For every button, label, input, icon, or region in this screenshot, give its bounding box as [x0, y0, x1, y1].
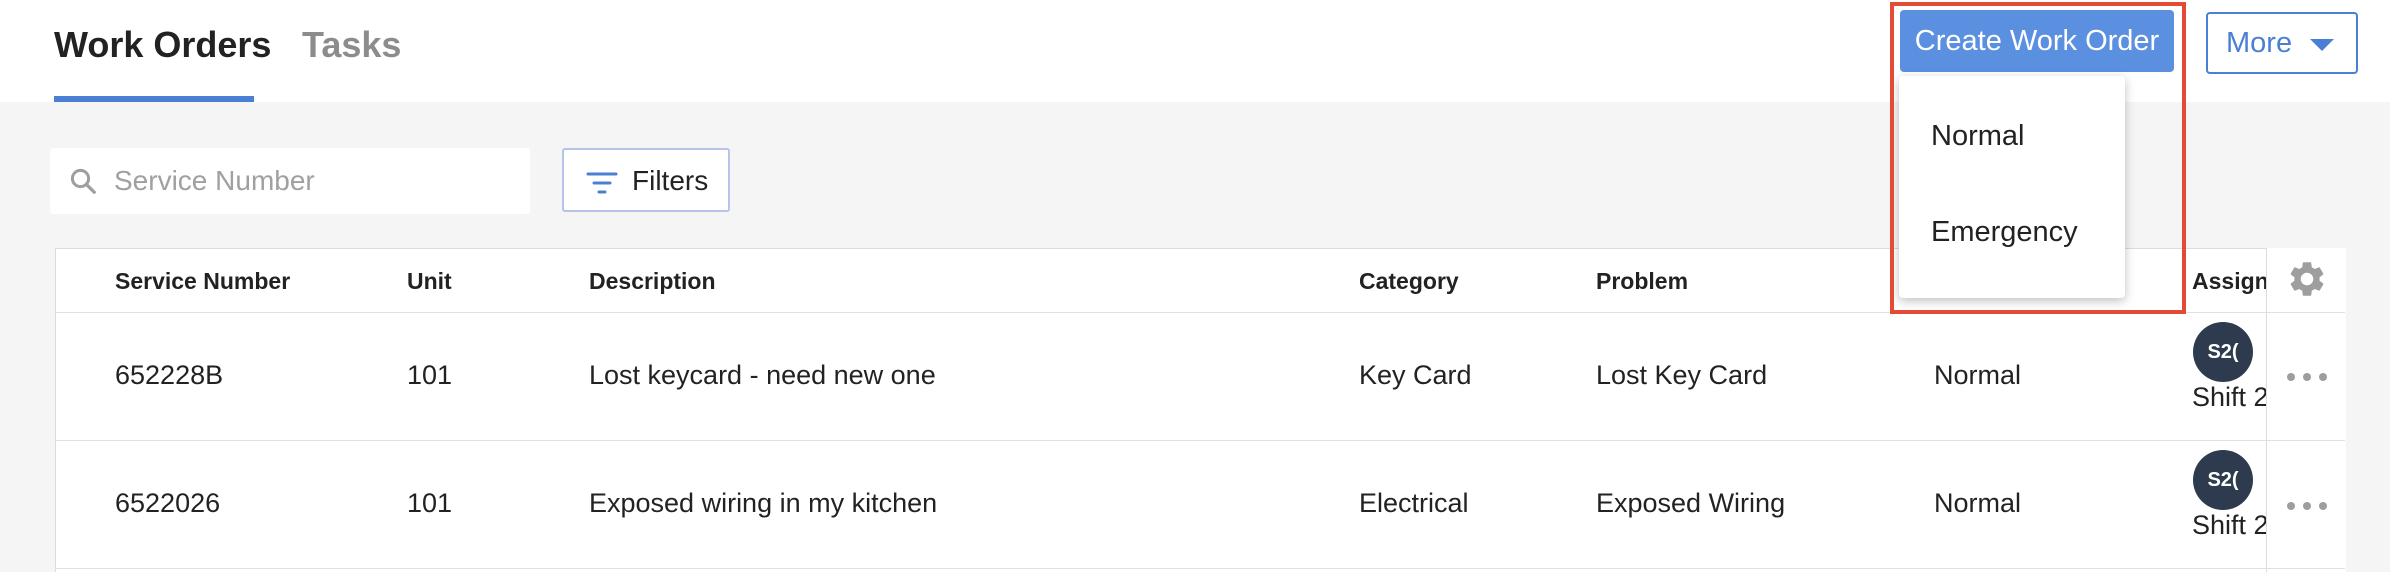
cell-description: Lost keycard - need new one: [589, 360, 936, 390]
search-input[interactable]: [114, 148, 514, 214]
cell-service-number: 6522026: [115, 488, 221, 518]
more-button[interactable]: More: [2206, 12, 2358, 74]
cell-unit: 101: [407, 360, 453, 390]
column-header-description[interactable]: Description: [589, 268, 716, 295]
search-icon: [70, 168, 96, 194]
cell-service-number: 652228B: [115, 360, 224, 390]
row-divider: [55, 440, 2345, 441]
cell-assignee: Shift 2: [2192, 382, 2266, 412]
avatar: S2(: [2193, 322, 2253, 382]
cell-priority: Normal: [1934, 360, 2022, 390]
filter-icon: [586, 172, 618, 194]
row-actions-icon[interactable]: [2287, 496, 2327, 516]
gear-icon[interactable]: [2286, 258, 2328, 300]
cell-problem: Exposed Wiring: [1596, 488, 1786, 518]
caret-down-icon: [2310, 39, 2334, 51]
tab-work-orders[interactable]: Work Orders: [54, 24, 271, 66]
row-divider: [55, 312, 2345, 313]
avatar: S2(: [2193, 450, 2253, 510]
tab-tasks[interactable]: Tasks: [302, 24, 401, 66]
cell-problem: Lost Key Card: [1596, 360, 1768, 390]
cell-category: Key Card: [1359, 360, 1472, 390]
row-actions-icon[interactable]: [2287, 367, 2327, 387]
cell-priority: Normal: [1934, 488, 2022, 518]
search-field[interactable]: [50, 148, 530, 214]
cell-category: Electrical: [1359, 488, 1469, 518]
more-button-label: More: [2226, 26, 2293, 59]
column-header-unit[interactable]: Unit: [407, 268, 452, 295]
filters-button[interactable]: Filters: [562, 148, 730, 212]
create-work-order-menu: Normal Emergency: [1899, 76, 2125, 298]
column-header-assignee[interactable]: Assign: [2192, 268, 2266, 295]
column-header-problem[interactable]: Problem: [1596, 268, 1688, 295]
menu-item-normal[interactable]: Normal: [1931, 120, 2024, 153]
cell-unit: 101: [407, 488, 453, 518]
column-header-category[interactable]: Category: [1359, 268, 1459, 295]
filters-label: Filters: [632, 165, 709, 196]
menu-item-emergency[interactable]: Emergency: [1931, 216, 2078, 249]
active-tab-indicator: [54, 96, 254, 102]
cell-assignee: Shift 2: [2192, 510, 2266, 540]
column-header-service-number[interactable]: Service Number: [115, 268, 290, 295]
cell-description: Exposed wiring in my kitchen: [589, 488, 938, 518]
row-divider: [55, 568, 2345, 569]
create-work-order-button[interactable]: Create Work Order: [1900, 10, 2174, 72]
